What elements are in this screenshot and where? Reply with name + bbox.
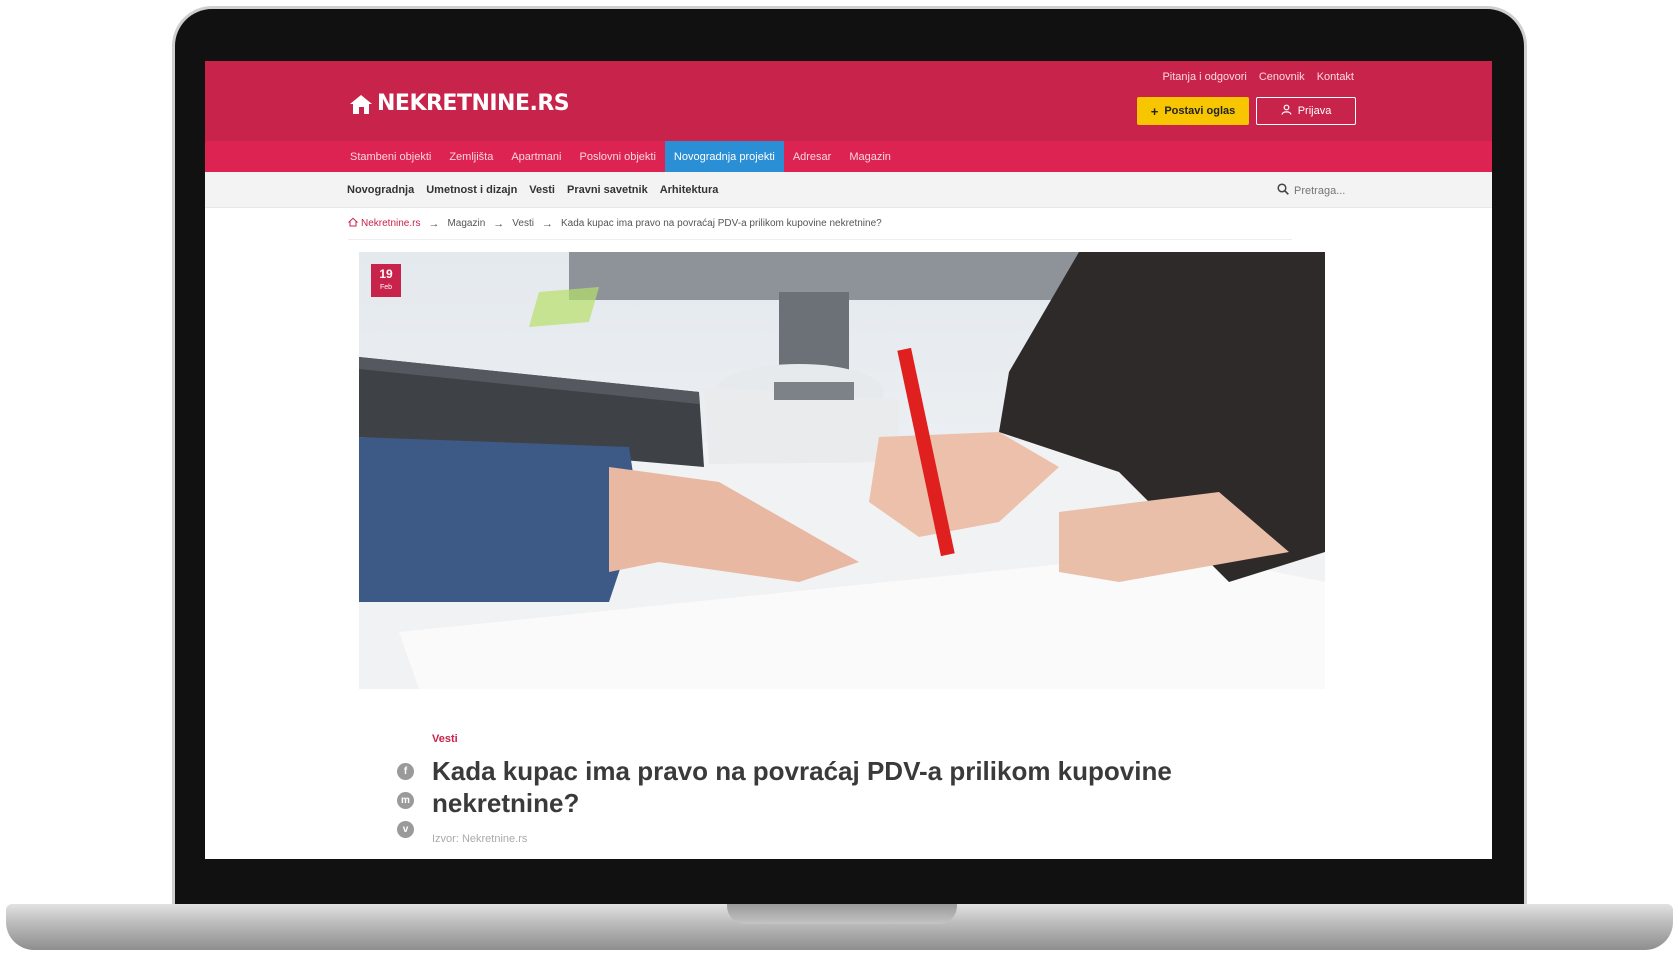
home-icon: [347, 217, 359, 230]
subnav-item-pravni[interactable]: Pravni savetnik: [567, 184, 648, 196]
post-ad-label: Postavi oglas: [1164, 105, 1236, 117]
nav-item-stambeni[interactable]: Stambeni objekti: [341, 141, 440, 172]
date-day: 19: [379, 267, 393, 281]
main-nav: Stambeni objekti Zemljišta Apartmani Pos…: [205, 141, 1492, 172]
date-month: Feb: [379, 284, 393, 291]
breadcrumb: Nekretnine.rs → Magazin → Vesti → Kada k…: [347, 208, 1292, 240]
search-input[interactable]: [1294, 185, 1354, 197]
contract-signing-photo: [359, 252, 1325, 689]
article-source: Izvor: Nekretnine.rs: [432, 833, 528, 845]
facebook-icon[interactable]: f: [397, 763, 414, 780]
top-links: Pitanja i odgovori Cenovnik Kontakt: [1162, 71, 1354, 83]
article-title: Kada kupac ima pravo na povraćaj PDV-a p…: [432, 756, 1172, 818]
login-label: Prijava: [1297, 105, 1332, 117]
breadcrumb-home-label: Nekretnine.rs: [361, 218, 421, 229]
search-box: [1277, 182, 1354, 200]
subnav-item-arhitektura[interactable]: Arhitektura: [660, 184, 719, 196]
browser-screen: NEKRETNINE.RS Pitanja i odgovori Cenovni…: [205, 61, 1492, 859]
breadcrumb-home[interactable]: Nekretnine.rs: [347, 217, 421, 230]
breadcrumb-magazin[interactable]: Magazin: [447, 218, 485, 229]
arrow-right-icon: →: [541, 217, 553, 230]
post-ad-button[interactable]: + Postavi oglas: [1137, 97, 1249, 125]
arrow-right-icon: →: [428, 217, 440, 230]
header: NEKRETNINE.RS Pitanja i odgovori Cenovni…: [205, 61, 1492, 141]
subnav-item-novogradnja[interactable]: Novogradnja: [347, 184, 414, 196]
subnav-item-umetnost[interactable]: Umetnost i dizajn: [426, 184, 517, 196]
share-icons: f m v: [397, 763, 414, 838]
top-link-contact[interactable]: Kontakt: [1317, 71, 1354, 83]
nav-item-adresar[interactable]: Adresar: [784, 141, 841, 172]
user-icon: [1281, 104, 1292, 118]
logo-text: NEKRETNINE.RS: [377, 91, 570, 116]
top-link-faq[interactable]: Pitanja i odgovori: [1162, 71, 1246, 83]
article-category[interactable]: Vesti: [432, 733, 458, 745]
viber-icon[interactable]: v: [397, 821, 414, 838]
arrow-right-icon: →: [493, 217, 505, 230]
nav-item-apartmani[interactable]: Apartmani: [502, 141, 570, 172]
search-icon[interactable]: [1277, 182, 1289, 200]
nav-item-poslovni[interactable]: Poslovni objekti: [570, 141, 664, 172]
article-hero-image: 19 Feb: [359, 252, 1325, 689]
date-badge: 19 Feb: [371, 264, 401, 297]
top-link-pricing[interactable]: Cenovnik: [1259, 71, 1305, 83]
breadcrumb-current: Kada kupac ima pravo na povraćaj PDV-a p…: [560, 218, 882, 229]
house-icon: [348, 92, 374, 116]
login-button[interactable]: Prijava: [1256, 97, 1356, 125]
nav-item-magazin[interactable]: Magazin: [840, 141, 900, 172]
laptop-notch: [727, 904, 957, 924]
site-logo[interactable]: NEKRETNINE.RS: [348, 91, 570, 116]
messenger-icon[interactable]: m: [397, 792, 414, 809]
plus-icon: +: [1150, 103, 1159, 119]
sub-nav: Novogradnja Umetnost i dizajn Vesti Prav…: [205, 172, 1492, 208]
nav-item-zemljista[interactable]: Zemljišta: [440, 141, 502, 172]
breadcrumb-vesti[interactable]: Vesti: [512, 218, 534, 229]
nav-item-novogradnja[interactable]: Novogradnja projekti: [664, 141, 784, 172]
subnav-item-vesti[interactable]: Vesti: [529, 184, 555, 196]
